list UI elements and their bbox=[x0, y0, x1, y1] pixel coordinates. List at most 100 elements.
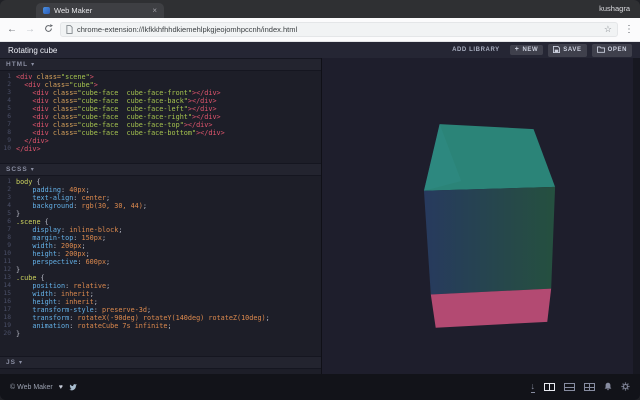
code-text: <div class="cube"> bbox=[16, 81, 98, 89]
code-line[interactable]: 10</div> bbox=[0, 145, 321, 153]
footer-actions: ↓ bbox=[531, 378, 631, 396]
code-text: <div class="cube-face cube-face-front"><… bbox=[16, 89, 221, 97]
code-text: } bbox=[16, 210, 20, 218]
chrome-profile-button[interactable]: kushagra bbox=[599, 4, 630, 13]
code-line[interactable]: 11 perspective: 600px; bbox=[0, 258, 321, 266]
code-line[interactable]: 9 </div> bbox=[0, 137, 321, 145]
back-icon[interactable]: ← bbox=[6, 25, 18, 35]
html-code-editor[interactable]: 1<div class="scene">2 <div class="cube">… bbox=[0, 71, 321, 163]
chevron-down-icon: ▾ bbox=[19, 359, 22, 366]
code-text: </div> bbox=[16, 145, 41, 153]
code-line[interactable]: 13.cube { bbox=[0, 274, 321, 282]
scss-code-editor[interactable]: 1body {2 padding: 40px;3 text-align: cen… bbox=[0, 176, 321, 356]
line-number: 18 bbox=[0, 314, 16, 322]
code-line[interactable]: 8 <div class="cube-face cube-face-bottom… bbox=[0, 129, 321, 137]
line-number: 4 bbox=[0, 202, 16, 210]
line-number: 16 bbox=[0, 298, 16, 306]
code-text: </div> bbox=[16, 137, 49, 145]
html-panel-header[interactable]: HTML ▾ bbox=[0, 58, 321, 71]
code-line[interactable]: 6 <div class="cube-face cube-face-right"… bbox=[0, 113, 321, 121]
code-text: .scene { bbox=[16, 218, 49, 226]
code-line[interactable]: 6.scene { bbox=[0, 218, 321, 226]
code-line[interactable]: 3 <div class="cube-face cube-face-front"… bbox=[0, 89, 321, 97]
code-text: transform-style: preserve-3d; bbox=[16, 306, 151, 314]
address-bar[interactable]: chrome-extension://lkfkkhfhhdkiemehlpkgj… bbox=[60, 22, 618, 37]
forward-icon[interactable]: → bbox=[24, 25, 36, 35]
code-line[interactable]: 19 animation: rotateCube 7s infinite; bbox=[0, 322, 321, 330]
open-button[interactable]: OPEN bbox=[592, 44, 632, 57]
browser-menu-icon[interactable]: ⋮ bbox=[624, 25, 634, 35]
code-line[interactable]: 9 width: 200px; bbox=[0, 242, 321, 250]
line-number: 15 bbox=[0, 290, 16, 298]
line-number: 11 bbox=[0, 258, 16, 266]
code-text: } bbox=[16, 330, 20, 338]
code-text: height: 200px; bbox=[16, 250, 90, 258]
layout-rows-icon[interactable] bbox=[564, 383, 575, 391]
code-line[interactable]: 1body { bbox=[0, 178, 321, 186]
code-line[interactable]: 20} bbox=[0, 330, 321, 338]
code-line[interactable]: 7 <div class="cube-face cube-face-top"><… bbox=[0, 121, 321, 129]
code-text: perspective: 600px; bbox=[16, 258, 110, 266]
code-line[interactable]: 14 position: relative; bbox=[0, 282, 321, 290]
code-line[interactable]: 5 <div class="cube-face cube-face-left">… bbox=[0, 105, 321, 113]
scss-panel-header[interactable]: SCSS ▾ bbox=[0, 163, 321, 176]
plus-icon: + bbox=[515, 47, 520, 53]
code-line[interactable]: 7 display: inline-block; bbox=[0, 226, 321, 234]
code-text: display: inline-block; bbox=[16, 226, 122, 234]
creation-title[interactable]: Rotating cube bbox=[8, 46, 57, 55]
line-number: 3 bbox=[0, 194, 16, 202]
line-number: 12 bbox=[0, 266, 16, 274]
code-line[interactable]: 3 text-align: center; bbox=[0, 194, 321, 202]
layout-columns-icon[interactable] bbox=[544, 383, 555, 391]
notifications-bell-icon[interactable] bbox=[604, 378, 612, 396]
line-number: 5 bbox=[0, 210, 16, 218]
js-panel-header[interactable]: JS ▾ bbox=[0, 356, 321, 369]
code-text: <div class="cube-face cube-face-back"></… bbox=[16, 97, 217, 105]
refresh-icon[interactable] bbox=[42, 24, 54, 36]
line-number: 14 bbox=[0, 282, 16, 290]
cube-bottom-face bbox=[431, 289, 551, 328]
download-icon[interactable]: ↓ bbox=[531, 382, 536, 393]
code-line[interactable]: 8 margin-top: 150px; bbox=[0, 234, 321, 242]
code-text: <div class="scene"> bbox=[16, 73, 94, 81]
browser-tab[interactable]: Web Maker × bbox=[36, 3, 164, 18]
code-line[interactable]: 2 padding: 40px; bbox=[0, 186, 321, 194]
code-line[interactable]: 4 <div class="cube-face cube-face-back">… bbox=[0, 97, 321, 105]
tab-close-icon[interactable]: × bbox=[152, 7, 157, 15]
scss-panel-label: SCSS bbox=[6, 166, 28, 173]
line-number: 2 bbox=[0, 81, 16, 89]
line-number: 1 bbox=[0, 178, 16, 186]
code-line[interactable]: 17 transform-style: preserve-3d; bbox=[0, 306, 321, 314]
add-library-button[interactable]: ADD LIBRARY bbox=[447, 45, 505, 55]
code-line[interactable]: 18 transform: rotateX(-90deg) rotateY(14… bbox=[0, 314, 321, 322]
save-floppy-icon bbox=[553, 46, 560, 55]
line-number: 20 bbox=[0, 330, 16, 338]
webmaker-toolbar: Rotating cube ADD LIBRARY + NEW SAVE OPE… bbox=[0, 42, 640, 58]
code-line[interactable]: 1<div class="scene"> bbox=[0, 73, 321, 81]
copyright-text: © Web Maker bbox=[10, 384, 53, 391]
url-text: chrome-extension://lkfkkhfhhdkiemehlpkgj… bbox=[77, 25, 600, 34]
webmaker-favicon bbox=[43, 7, 50, 14]
line-number: 6 bbox=[0, 218, 16, 226]
line-number: 2 bbox=[0, 186, 16, 194]
line-number: 19 bbox=[0, 322, 16, 330]
settings-gear-icon[interactable] bbox=[621, 378, 630, 396]
preview-scrollbar[interactable] bbox=[633, 58, 640, 374]
code-line[interactable]: 12} bbox=[0, 266, 321, 274]
code-line[interactable]: 5} bbox=[0, 210, 321, 218]
bookmark-star-icon[interactable]: ☆ bbox=[604, 25, 612, 34]
code-line[interactable]: 16 height: inherit; bbox=[0, 298, 321, 306]
layout-grid-icon[interactable] bbox=[584, 383, 595, 391]
code-text: height: inherit; bbox=[16, 298, 98, 306]
line-number: 10 bbox=[0, 145, 16, 153]
line-number: 6 bbox=[0, 113, 16, 121]
code-text: padding: 40px; bbox=[16, 186, 90, 194]
new-button[interactable]: + NEW bbox=[510, 45, 544, 55]
code-line[interactable]: 2 <div class="cube"> bbox=[0, 81, 321, 89]
code-line[interactable]: 15 width: inherit; bbox=[0, 290, 321, 298]
code-line[interactable]: 10 height: 200px; bbox=[0, 250, 321, 258]
save-button[interactable]: SAVE bbox=[548, 44, 586, 57]
code-line[interactable]: 4 background: rgb(30, 30, 44); bbox=[0, 202, 321, 210]
code-text: width: 200px; bbox=[16, 242, 86, 250]
twitter-icon[interactable] bbox=[69, 378, 78, 396]
